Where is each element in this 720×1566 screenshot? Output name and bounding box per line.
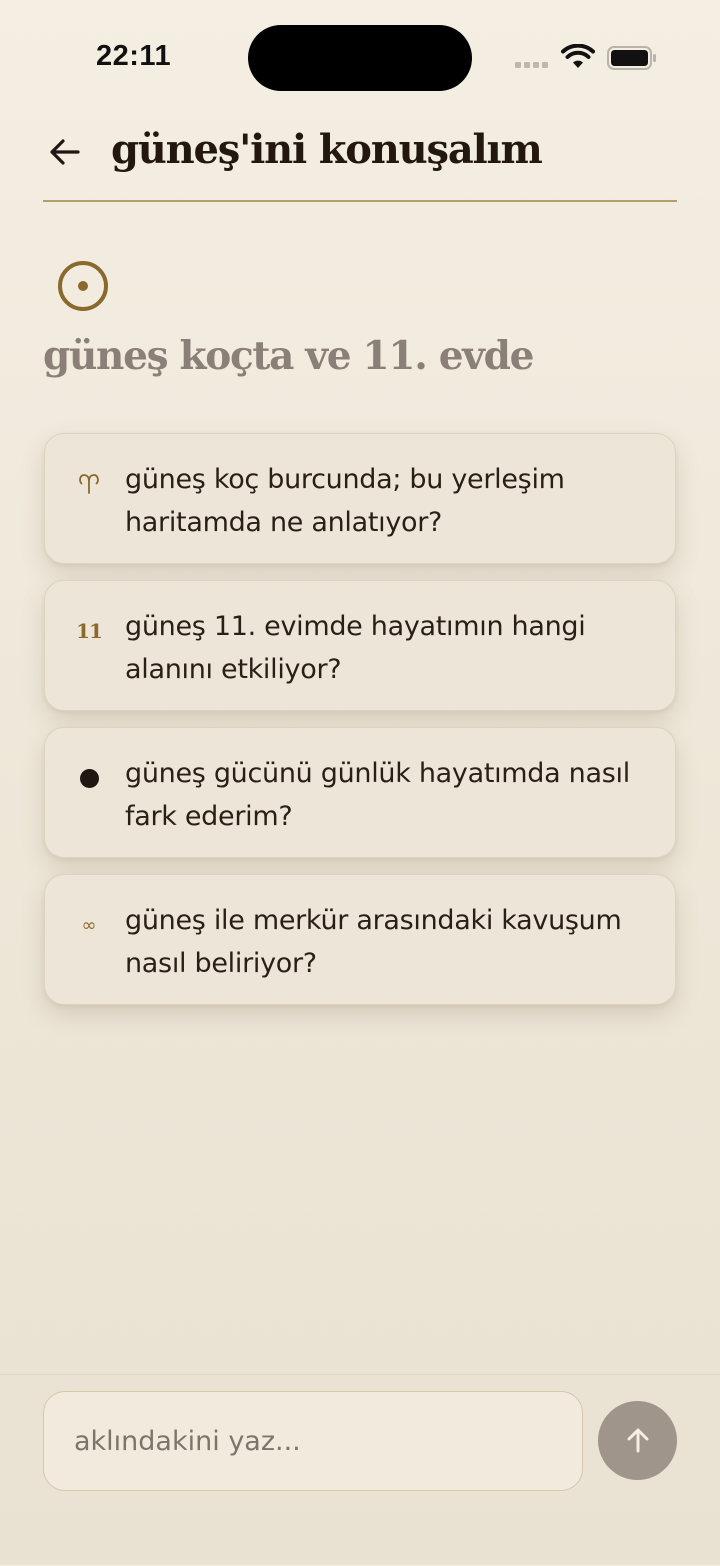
message-input[interactable] xyxy=(43,1391,583,1491)
suggestion-card-house[interactable]: 11 güneş 11. evimde hayatımın hangi alan… xyxy=(44,580,676,711)
suggestion-text: güneş koç burcunda; bu yerleşim haritamd… xyxy=(125,464,565,538)
cellular-signal-icon xyxy=(515,62,548,68)
status-bar: 22:11 xyxy=(0,0,720,120)
suggestion-card-conjunction[interactable]: ∞ güneş ile merkür arasındaki kavuşum na… xyxy=(44,874,676,1005)
house-number-icon: 11 xyxy=(76,619,103,643)
sun-symbol-icon xyxy=(58,261,108,311)
suggestion-list: güneş koç burcunda; bu yerleşim haritamd… xyxy=(44,433,676,1021)
page-title: güneş'ini konuşalım xyxy=(111,126,543,173)
suggestion-text: güneş ile merkür arasındaki kavuşum nası… xyxy=(125,905,622,979)
section-heading: güneş koçta ve 11. evde xyxy=(43,333,534,379)
conjunction-icon: ∞ xyxy=(81,914,97,936)
dot-icon xyxy=(69,758,109,798)
aries-icon xyxy=(69,464,109,504)
suggestion-text: güneş 11. evimde hayatımın hangi alanını… xyxy=(125,611,586,685)
suggestion-card-aries[interactable]: güneş koç burcunda; bu yerleşim haritamd… xyxy=(44,433,676,564)
suggestion-card-power[interactable]: güneş gücünü günlük hayatımda nasıl fark… xyxy=(44,727,676,858)
message-composer xyxy=(0,1374,720,1566)
wifi-icon xyxy=(561,44,595,68)
suggestion-text: güneş gücünü günlük hayatımda nasıl fark… xyxy=(125,758,630,832)
header: güneş'ini konuşalım xyxy=(43,120,677,202)
arrow-left-icon[interactable] xyxy=(47,134,83,170)
send-button[interactable] xyxy=(598,1401,677,1480)
battery-icon xyxy=(607,46,656,70)
arrow-up-icon xyxy=(627,1428,648,1452)
dynamic-island xyxy=(248,25,472,91)
status-time: 22:11 xyxy=(96,40,172,72)
